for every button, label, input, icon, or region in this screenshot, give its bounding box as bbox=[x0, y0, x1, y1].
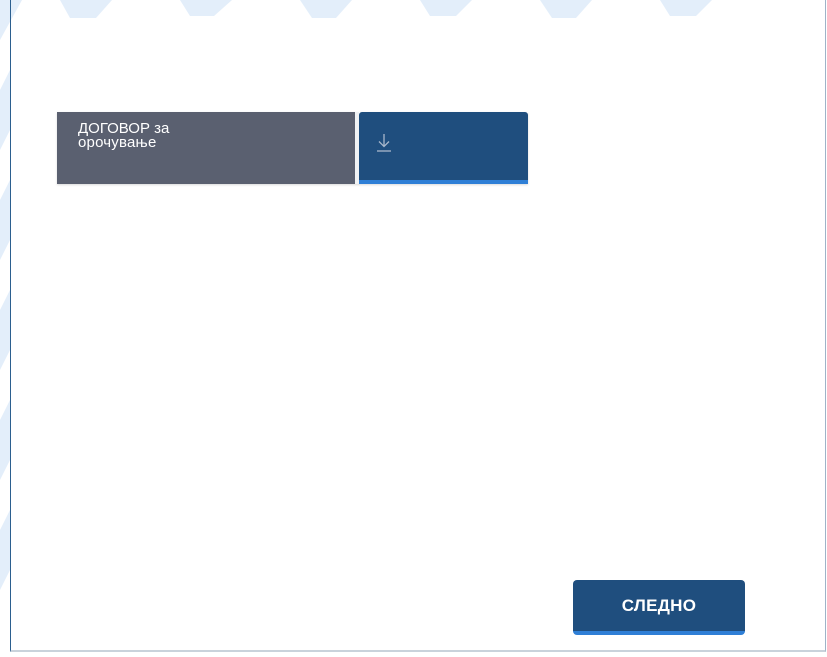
document-label: ДОГОВОР за орочување bbox=[57, 112, 355, 184]
document-row: ДОГОВОР за орочување bbox=[57, 112, 528, 184]
download-icon bbox=[377, 134, 391, 152]
download-button[interactable] bbox=[359, 112, 528, 184]
next-button[interactable]: СЛЕДНО bbox=[573, 580, 745, 635]
page: ДОГОВОР за орочување СЛЕДНО bbox=[0, 0, 827, 657]
document-label-line2: орочување bbox=[78, 134, 157, 151]
content-panel bbox=[10, 0, 826, 652]
